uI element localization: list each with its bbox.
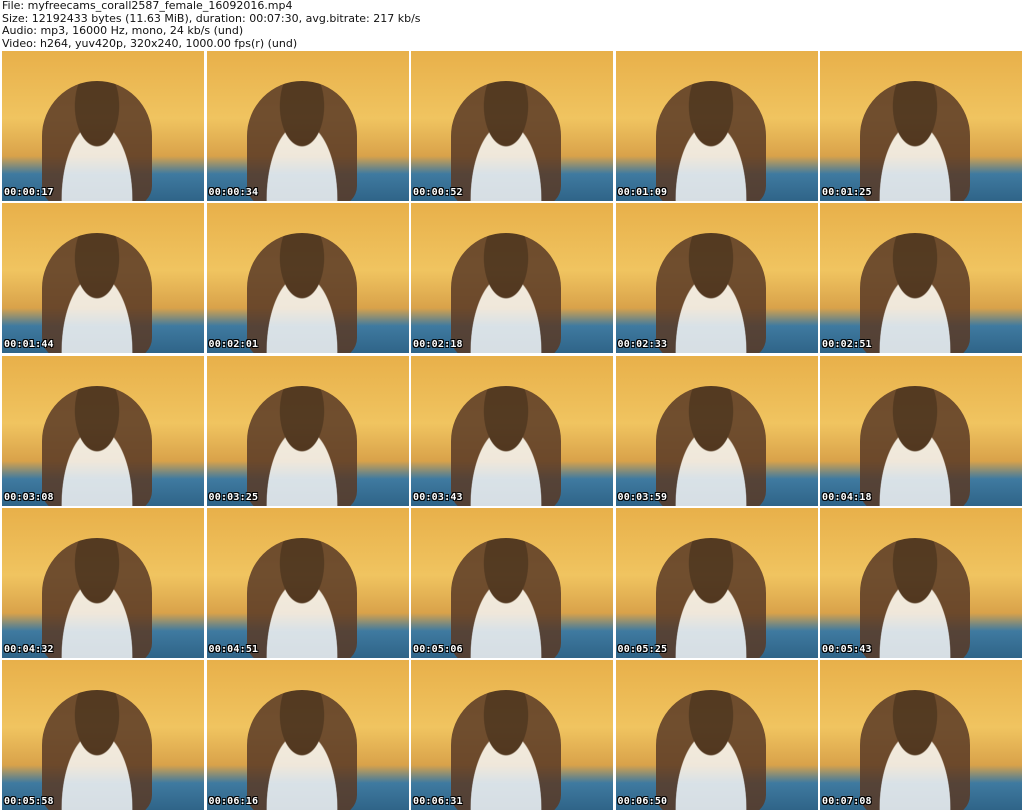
thumbnail-timestamp: 00:02:33 <box>617 339 668 351</box>
thumbnail-image <box>655 385 766 506</box>
file-size-line: Size: 12192433 bytes (11.63 MiB), durati… <box>2 12 421 25</box>
video-thumbnail: 00:04:51 <box>206 507 409 658</box>
thumbnail-image <box>42 690 152 810</box>
video-thumbnail: 00:02:01 <box>206 203 409 354</box>
thumbnail-image <box>451 690 561 810</box>
thumbnail-image <box>451 537 561 658</box>
thumbnail-timestamp: 00:05:58 <box>4 796 54 807</box>
thumbnail-image <box>860 81 970 201</box>
thumbnail-image <box>246 233 357 354</box>
thumbnail-timestamp: 00:04:32 <box>4 643 54 655</box>
video-thumbnail: 00:00:52 <box>411 51 613 201</box>
thumbnail-timestamp: 00:06:16 <box>208 796 259 807</box>
thumbnail-image <box>451 233 561 354</box>
video-thumbnail: 00:07:08 <box>820 660 1022 810</box>
thumbnail-timestamp: 00:00:17 <box>4 187 54 198</box>
file-name-line: File: myfreecams_corall2587_female_16092… <box>2 0 293 12</box>
thumbnail-image <box>451 385 561 506</box>
thumbnail-timestamp: 00:06:50 <box>617 796 668 807</box>
thumbnail-image <box>42 81 152 201</box>
thumbnail-timestamp: 00:07:08 <box>822 796 872 807</box>
video-thumbnail: 00:02:33 <box>615 203 818 354</box>
thumbnail-timestamp: 00:02:51 <box>822 339 872 351</box>
thumbnail-timestamp: 00:01:09 <box>617 187 668 198</box>
video-thumbnail: 00:05:58 <box>2 660 204 810</box>
thumbnail-image <box>42 537 152 658</box>
thumbnail-timestamp: 00:00:34 <box>208 187 259 198</box>
video-thumbnail: 00:00:17 <box>2 51 204 201</box>
thumbnail-timestamp: 00:02:18 <box>413 339 463 351</box>
video-thumbnail: 00:06:50 <box>615 660 818 810</box>
thumbnail-timestamp: 00:05:06 <box>413 643 463 655</box>
video-thumbnail: 00:05:06 <box>411 507 613 658</box>
thumbnail-timestamp: 00:03:25 <box>208 491 259 503</box>
video-thumbnail: 00:02:51 <box>820 203 1022 354</box>
thumbnail-image <box>246 537 357 658</box>
thumbnail-grid: 00:00:17 00:00:34 00:00:52 00:01:09 00:01:25… <box>2 51 1022 810</box>
thumbnail-timestamp: 00:04:18 <box>822 491 872 503</box>
video-thumbnail: 00:02:18 <box>411 203 613 354</box>
video-thumbnail: 00:01:25 <box>820 51 1022 201</box>
thumbnail-timestamp: 00:01:44 <box>4 339 54 351</box>
thumbnail-image <box>860 385 970 506</box>
thumbnail-image <box>451 81 561 201</box>
video-thumbnail: 00:04:18 <box>820 355 1022 506</box>
video-thumbnail: 00:01:09 <box>615 51 818 201</box>
thumbnail-image <box>655 233 766 354</box>
video-info-line: Video: h264, yuv420p, 320x240, 1000.00 f… <box>2 37 298 50</box>
thumbnail-image <box>860 537 970 658</box>
thumbnail-image <box>246 81 357 201</box>
thumbnail-image <box>42 233 152 354</box>
thumbnail-timestamp: 00:05:43 <box>822 643 872 655</box>
thumbnail-image <box>42 385 152 506</box>
thumbnail-timestamp: 00:01:25 <box>822 187 872 198</box>
video-thumbnail: 00:06:16 <box>206 660 409 810</box>
thumbnail-timestamp: 00:04:51 <box>208 643 259 655</box>
video-thumbnail: 00:06:31 <box>411 660 613 810</box>
video-thumbnail: 00:03:25 <box>206 355 409 506</box>
thumbnail-timestamp: 00:05:25 <box>617 643 668 655</box>
video-thumbnail: 00:03:43 <box>411 355 613 506</box>
thumbnail-image <box>655 690 766 810</box>
thumbnail-timestamp: 00:03:08 <box>4 491 54 503</box>
video-thumbnail: 00:03:08 <box>2 355 204 506</box>
thumbnail-image <box>655 81 766 201</box>
thumbnail-timestamp: 00:03:59 <box>617 491 668 503</box>
video-thumbnail: 00:05:43 <box>820 507 1022 658</box>
thumbnail-timestamp: 00:03:43 <box>413 491 463 503</box>
thumbnail-image <box>655 537 766 658</box>
video-thumbnail: 00:00:34 <box>206 51 409 201</box>
thumbnail-image <box>246 385 357 506</box>
video-thumbnail: 00:04:32 <box>2 507 204 658</box>
thumbnail-timestamp: 00:02:01 <box>208 339 259 351</box>
thumbnail-image <box>860 233 970 354</box>
thumbnail-image <box>860 690 970 810</box>
thumbnail-timestamp: 00:06:31 <box>413 796 463 807</box>
file-info-header: File: myfreecams_corall2587_female_16092… <box>2 0 1020 50</box>
thumbnail-image <box>246 690 357 810</box>
video-thumbnail: 00:05:25 <box>615 507 818 658</box>
audio-info-line: Audio: mp3, 16000 Hz, mono, 24 kb/s (und… <box>2 25 244 37</box>
video-thumbnail: 00:03:59 <box>615 355 818 506</box>
thumbnail-timestamp: 00:00:52 <box>413 187 463 198</box>
video-thumbnail: 00:01:44 <box>2 203 204 354</box>
